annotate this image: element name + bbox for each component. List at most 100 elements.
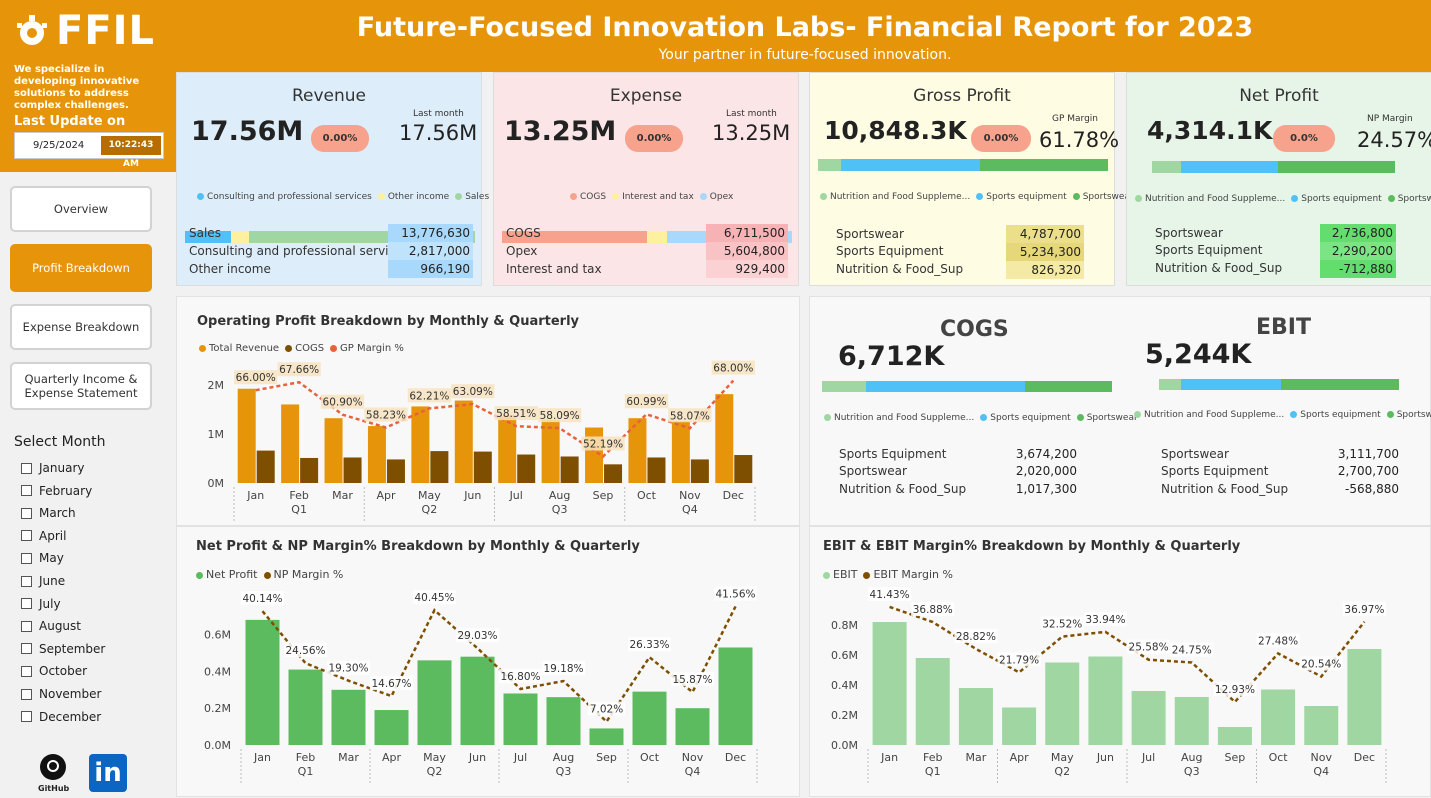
month-checkbox-may[interactable]: May [21, 551, 64, 565]
legend-item: Nutrition and Food Suppleme... [820, 192, 970, 202]
np-bar-sportswear [1278, 161, 1395, 173]
expense-card: Expense 13.25M 0.00% Last month 13.25M C… [493, 72, 799, 286]
nav-expense-breakdown-button[interactable]: Expense Breakdown [10, 304, 152, 350]
data-label: 14.67% [371, 678, 411, 690]
linkedin-link[interactable]: in [89, 754, 127, 792]
page-title: Future-Focused Innovation Labs- Financia… [356, 12, 1254, 43]
nav-overview-button[interactable]: Overview [10, 186, 152, 232]
revenue-change-pill: 0.00% [311, 125, 369, 152]
legend-item: Sportswear [1076, 413, 1138, 423]
ebit-chart-panel: EBIT & EBIT Margin% Breakdown by Monthly… [809, 526, 1431, 797]
x-tick-label: Aug [549, 489, 570, 502]
month-checkbox-september[interactable]: September [21, 642, 105, 656]
x-tick-label: Dec [725, 751, 746, 764]
data-label: 26.33% [629, 639, 669, 651]
month-checkbox-january[interactable]: January [21, 461, 85, 475]
ebit-legend: Nutrition and Food Suppleme... Sports eq… [1134, 410, 1431, 420]
legend-item: Nutrition and Food Suppleme... [824, 413, 974, 423]
expense-legend: COGS Interest and tax Opex [570, 192, 733, 202]
data-label: 32.52% [1042, 619, 1082, 631]
np-bar-nutrition [1152, 161, 1182, 173]
legend-item: Opex [699, 192, 733, 202]
table-row-label: Nutrition & Food_Sup [836, 262, 964, 276]
bar [915, 658, 950, 745]
checkbox-icon[interactable] [21, 598, 32, 610]
bar [1131, 691, 1166, 745]
data-label: 24.75% [1172, 645, 1212, 657]
data-label: 12.93% [1215, 684, 1255, 696]
revenue-last-month-value: 17.56M [399, 121, 478, 145]
x-tick-label: Nov [679, 489, 701, 502]
table-row-label: Nutrition & Food_Sup [1155, 261, 1283, 275]
bar [1088, 656, 1123, 745]
table-row-label: Sports Equipment [839, 447, 947, 461]
last-update-label: Last Update on [14, 114, 126, 129]
bar [288, 669, 323, 745]
checkbox-icon[interactable] [21, 711, 32, 723]
gross-profit-legend: Nutrition and Food Suppleme... Sports eq… [820, 192, 1134, 202]
quarter-label: Q2 [1054, 765, 1070, 778]
x-tick-label: Jul [1141, 751, 1155, 764]
revenue-card: Revenue 17.56M 0.00% Last month 17.56M C… [176, 72, 489, 286]
month-checkbox-july[interactable]: July [21, 597, 61, 611]
github-link[interactable]: GitHub [38, 752, 69, 793]
revenue-value: 17.56M [191, 116, 304, 147]
checkbox-icon[interactable] [21, 665, 32, 677]
month-checkbox-october[interactable]: October [21, 664, 87, 678]
table-row-label: Sportswear [1155, 226, 1223, 240]
checkbox-icon[interactable] [21, 688, 32, 700]
ebit-bar-nutrition [1159, 379, 1181, 390]
expense-last-month-value: 13.25M [712, 121, 791, 145]
checkbox-icon[interactable] [21, 485, 32, 497]
month-checkbox-august[interactable]: August [21, 619, 81, 633]
table-row-value: 2,020,000 [1015, 464, 1077, 478]
quarter-label: Q3 [1184, 765, 1200, 778]
checkbox-icon[interactable] [21, 462, 32, 474]
last-update-time: 10:22:43 AM [101, 136, 161, 169]
y-tick-label: 2M [208, 379, 225, 392]
checkbox-icon[interactable] [21, 620, 32, 632]
expense-value: 13.25M [504, 116, 617, 147]
table-row-label: Sportswear [1161, 447, 1229, 461]
y-tick-label: 0.8M [831, 619, 858, 632]
month-checkbox-march[interactable]: March [21, 506, 76, 520]
net-profit-change-pill: 0.0% [1273, 125, 1335, 152]
checkbox-icon[interactable] [21, 575, 32, 587]
month-label: December [39, 709, 102, 724]
ebit-bar-sportswear [1281, 379, 1399, 390]
x-tick-label: Jan [880, 751, 898, 764]
bar [343, 457, 362, 483]
month-checkbox-february[interactable]: February [21, 484, 92, 498]
last-update-box: 9/25/2024 10:22:43 AM [14, 132, 164, 169]
bar [718, 647, 753, 745]
page-subtitle: Your partner in future-focused innovatio… [658, 47, 952, 63]
checkbox-icon[interactable] [21, 507, 32, 519]
gp-bar-nutrition [818, 159, 842, 171]
bar [546, 697, 581, 745]
data-label: 66.00% [236, 372, 276, 384]
month-checkbox-december[interactable]: December [21, 710, 101, 724]
cogs-ebit-panel: COGS 6,712K Nutrition and Food Suppleme.… [809, 296, 1431, 526]
revenue-bar-other [231, 231, 249, 243]
bar [1217, 727, 1252, 745]
nav-profit-breakdown-button[interactable]: Profit Breakdown [10, 244, 152, 292]
x-tick-label: Jan [253, 751, 271, 764]
month-label: April [39, 528, 67, 543]
expense-last-month-label: Last month [726, 109, 777, 119]
bar [503, 693, 538, 745]
month-label: January [39, 461, 85, 475]
bar [417, 660, 452, 745]
revenue-last-month-label: Last month [413, 109, 464, 119]
nav-overview-label: Overview [53, 202, 109, 216]
x-tick-label: Apr [376, 489, 396, 502]
checkbox-icon[interactable] [21, 552, 32, 564]
checkbox-icon[interactable] [21, 530, 32, 542]
month-checkbox-november[interactable]: November [21, 687, 101, 701]
nav-quarterly-statement-button[interactable]: Quarterly Income & Expense Statement [10, 362, 152, 410]
legend-item: Sales [455, 192, 489, 202]
month-checkbox-april[interactable]: April [21, 529, 66, 543]
expense-bar-interest [647, 231, 668, 243]
checkbox-icon[interactable] [21, 643, 32, 655]
bar [460, 656, 495, 745]
month-checkbox-june[interactable]: June [21, 574, 65, 588]
